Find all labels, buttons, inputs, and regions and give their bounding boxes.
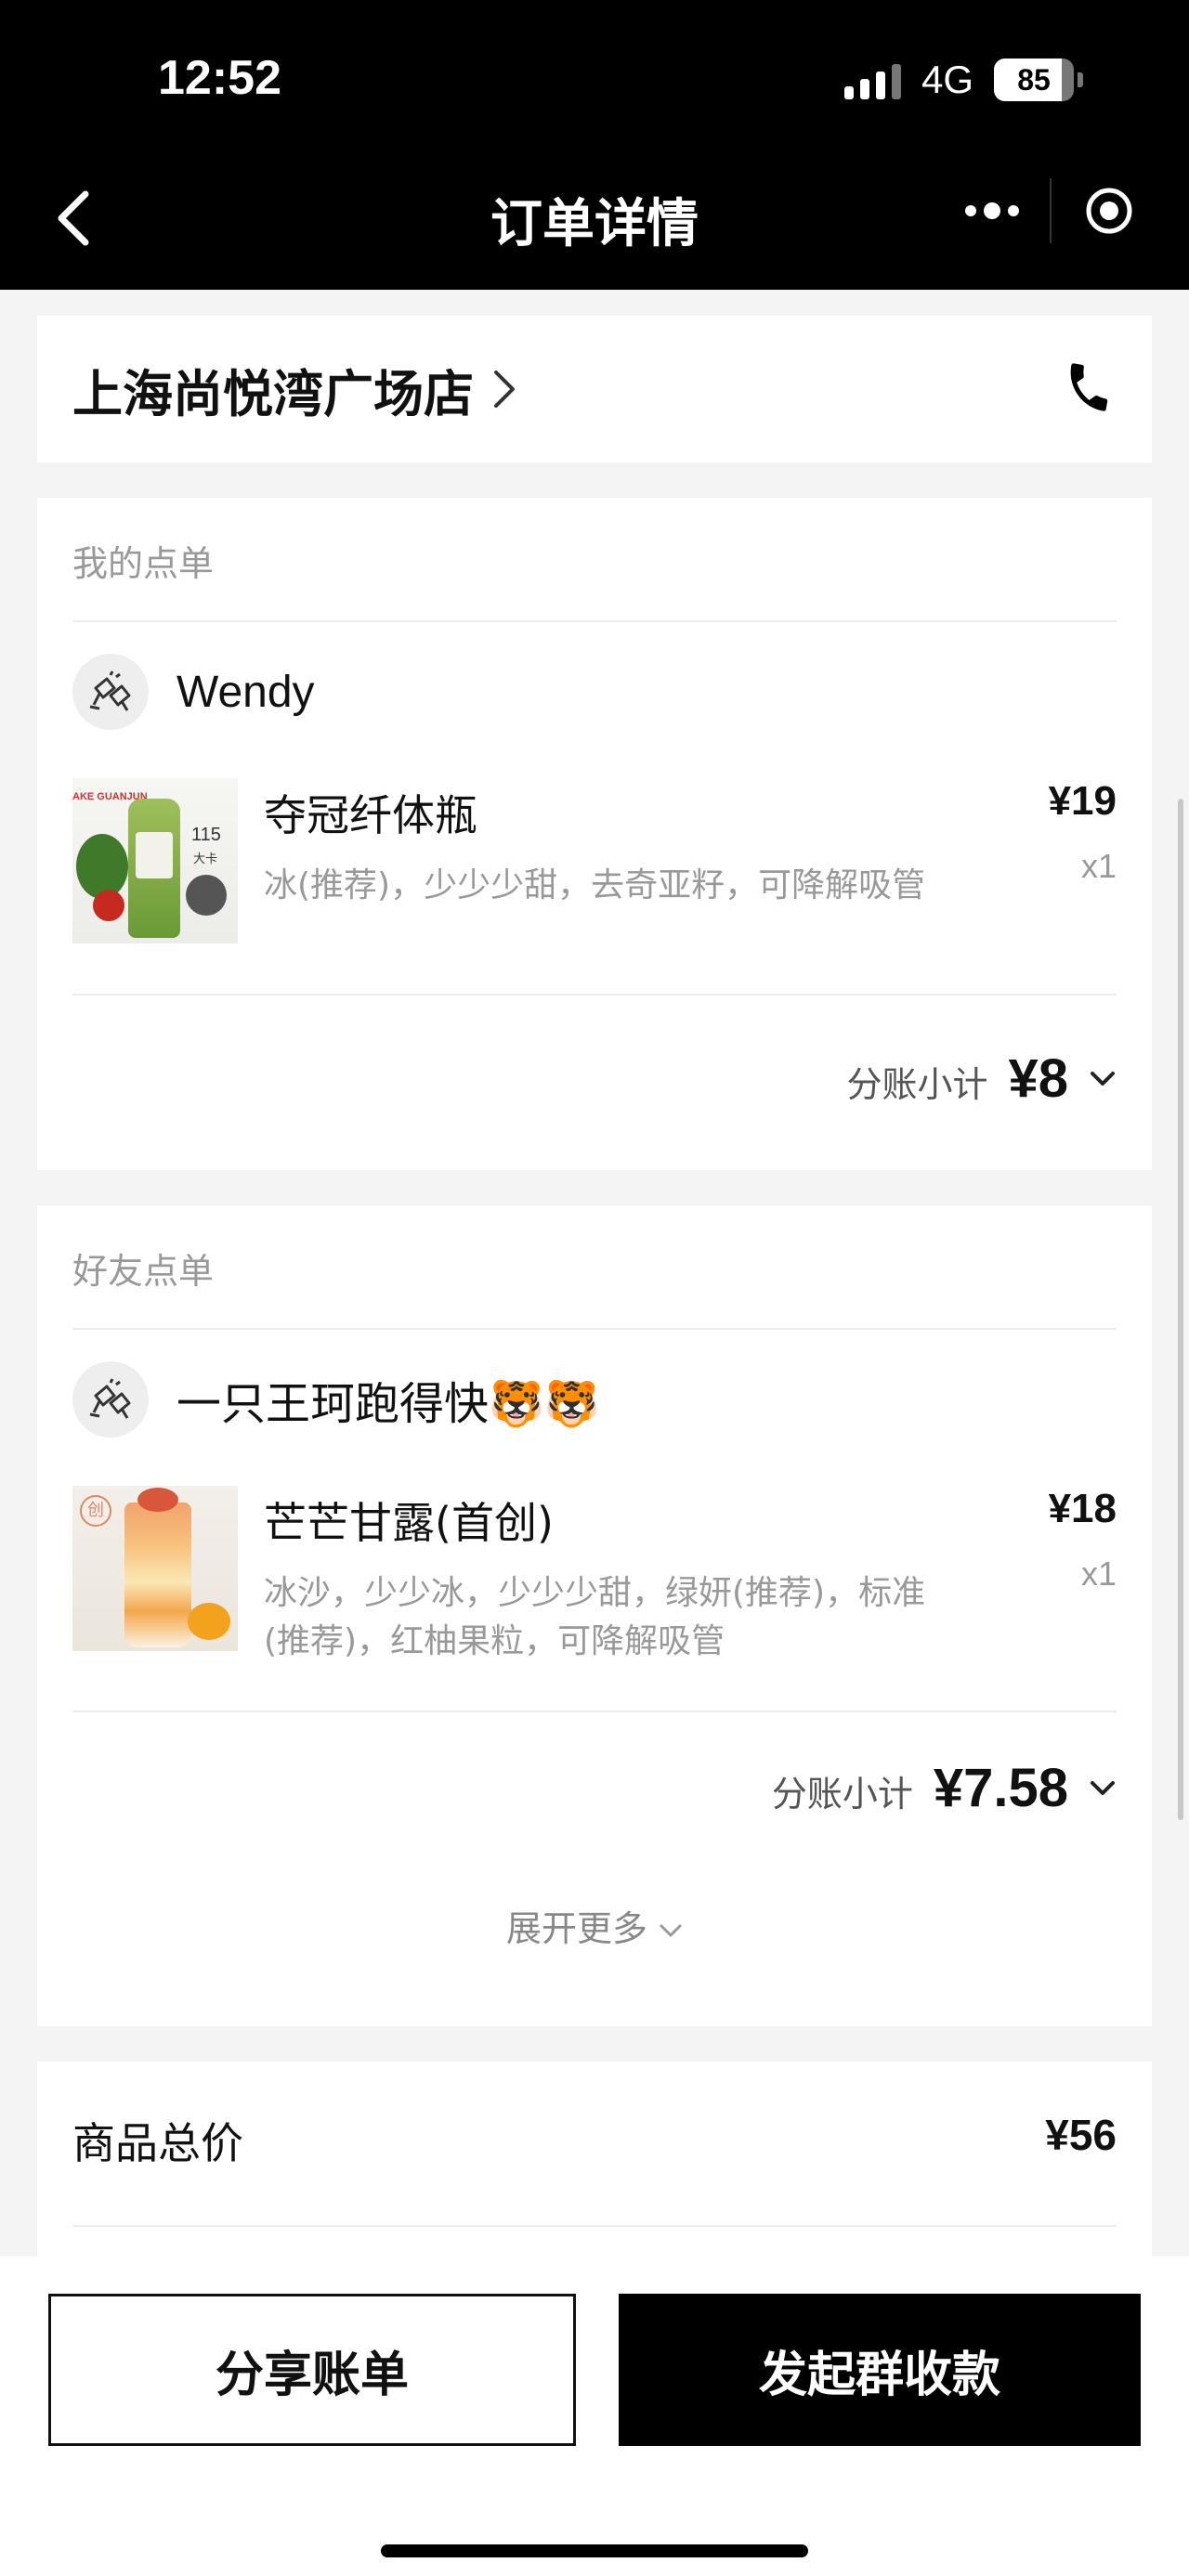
item-name: 芒芒甘露(首创)	[264, 1498, 554, 1548]
item-options: 冰(推荐)，少少少甜，去奇亚籽，可降解吸管	[264, 866, 926, 904]
divider	[72, 2225, 1117, 2227]
friend-order-card: 好友点单 一只王珂跑得快🐯🐯 创 芒芒甘露(首创) 冰沙，少少冰，少少少甜，绿妍…	[37, 1205, 1152, 2026]
my-order-card: 我的点单 Wendy AKE GUANJUN 115 大卡 夺冠纤体瓶 冰(推荐…	[37, 498, 1152, 1170]
subtotal-label: 分账小计	[771, 1774, 913, 1815]
divider	[72, 1328, 1117, 1330]
cup-shape	[124, 1503, 191, 1647]
store-name[interactable]: 上海尚悦湾广场店	[72, 353, 474, 426]
network-label: 4G	[921, 58, 973, 101]
store-card[interactable]: 上海尚悦湾广场店	[37, 316, 1152, 462]
thumb-kcal-unit: 大卡	[193, 852, 218, 866]
target-circle-icon	[1086, 188, 1132, 234]
total-label: 商品总价	[72, 2118, 243, 2168]
tomato-shape	[93, 890, 124, 921]
item-price-qty: ¥18 x1	[986, 1486, 1117, 1666]
item-quantity: x1	[1080, 1555, 1117, 1593]
chevron-down-icon	[1091, 1780, 1115, 1795]
item-body: 芒芒甘露(首创) 冰沙，少少冰，少少少甜，绿妍(推荐)，标准(推荐)，红柚果粒，…	[264, 1486, 986, 1666]
chevron-right-icon	[494, 371, 515, 408]
friend-subtotal-toggle[interactable]: 分账小计 ¥7.58	[772, 1757, 1117, 1819]
my-subtotal-toggle[interactable]: 分账小计 ¥8	[846, 1047, 1117, 1110]
expand-more-button[interactable]: 展开更多	[37, 1900, 1152, 1951]
phone-icon	[1070, 363, 1108, 411]
more-button[interactable]	[934, 169, 1050, 253]
mango-shape	[188, 1603, 230, 1640]
cheers-icon	[89, 670, 131, 711]
group-collect-button[interactable]: 发起群收款	[619, 2294, 1141, 2446]
list-item: AKE GUANJUN 115 大卡 夺冠纤体瓶 冰(推荐)，少少少甜，去奇亚籽…	[72, 778, 1117, 943]
chevron-down-icon	[1091, 1071, 1115, 1086]
subtotal-value: ¥8	[1008, 1048, 1068, 1109]
item-price: ¥19	[1048, 778, 1117, 824]
item-price: ¥18	[1048, 1486, 1117, 1531]
user-name: 一只王珂跑得快🐯🐯	[176, 1380, 600, 1429]
friend-user-row: 一只王珂跑得快🐯🐯	[72, 1361, 600, 1438]
product-thumbnail: 创	[72, 1486, 238, 1651]
item-options: 冰沙，少少冰，少少少甜，绿妍(推荐)，标准(推荐)，红柚果粒，可降解吸管	[264, 1574, 926, 1660]
chevron-down-icon	[660, 1924, 682, 1936]
subtotal-value: ¥7.58	[933, 1758, 1068, 1818]
seed-shape	[186, 875, 227, 916]
thumb-kcal-text: 115	[191, 825, 221, 845]
my-order-label: 我的点单	[72, 543, 215, 584]
divider	[72, 1711, 1117, 1712]
item-quantity: x1	[1080, 847, 1117, 885]
divider	[72, 620, 1117, 622]
top-bar: 12:52 4G 85 订单详情	[0, 0, 1189, 290]
status-time: 12:52	[158, 51, 281, 105]
total-value: ¥56	[1045, 2111, 1117, 2159]
signal-icon	[843, 60, 901, 99]
avatar	[72, 1361, 149, 1438]
my-user-row: Wendy	[72, 654, 315, 730]
share-bill-button[interactable]: 分享账单	[48, 2294, 576, 2446]
friend-order-label: 好友点单	[72, 1251, 215, 1292]
battery-icon: 85	[994, 59, 1074, 101]
phone-button[interactable]	[1061, 359, 1117, 419]
cheers-icon	[89, 1378, 131, 1419]
list-item: 创 芒芒甘露(首创) 冰沙，少少冰，少少少甜，绿妍(推荐)，标准(推荐)，红柚果…	[72, 1486, 1117, 1666]
bottle-label	[136, 832, 173, 878]
expand-more-label: 展开更多	[505, 1908, 647, 1949]
scrollbar[interactable]	[1178, 799, 1183, 1820]
item-name: 夺冠纤体瓶	[264, 790, 477, 840]
avatar	[72, 654, 149, 730]
divider	[72, 994, 1117, 995]
thumb-badge: 创	[80, 1495, 111, 1527]
more-dots-icon	[965, 202, 1019, 219]
battery-cap	[1078, 72, 1083, 87]
leaf-shape	[76, 834, 128, 899]
battery-percent: 85	[1017, 62, 1051, 97]
bottom-action-bar: 分享账单 发起群收款	[0, 2257, 1189, 2576]
mini-program-capsule	[934, 169, 1167, 253]
close-button[interactable]	[1052, 169, 1167, 253]
subtotal-label: 分账小计	[846, 1064, 988, 1105]
topping-shape	[137, 1488, 178, 1512]
user-name: Wendy	[176, 667, 315, 717]
home-indicator[interactable]	[381, 2544, 808, 2557]
item-body: 夺冠纤体瓶 冰(推荐)，少少少甜，去奇亚籽，可降解吸管	[264, 778, 986, 943]
status-indicators: 4G 85	[843, 58, 1083, 102]
item-price-qty: ¥19 x1	[986, 778, 1117, 943]
product-thumbnail: AKE GUANJUN 115 大卡	[72, 778, 238, 943]
